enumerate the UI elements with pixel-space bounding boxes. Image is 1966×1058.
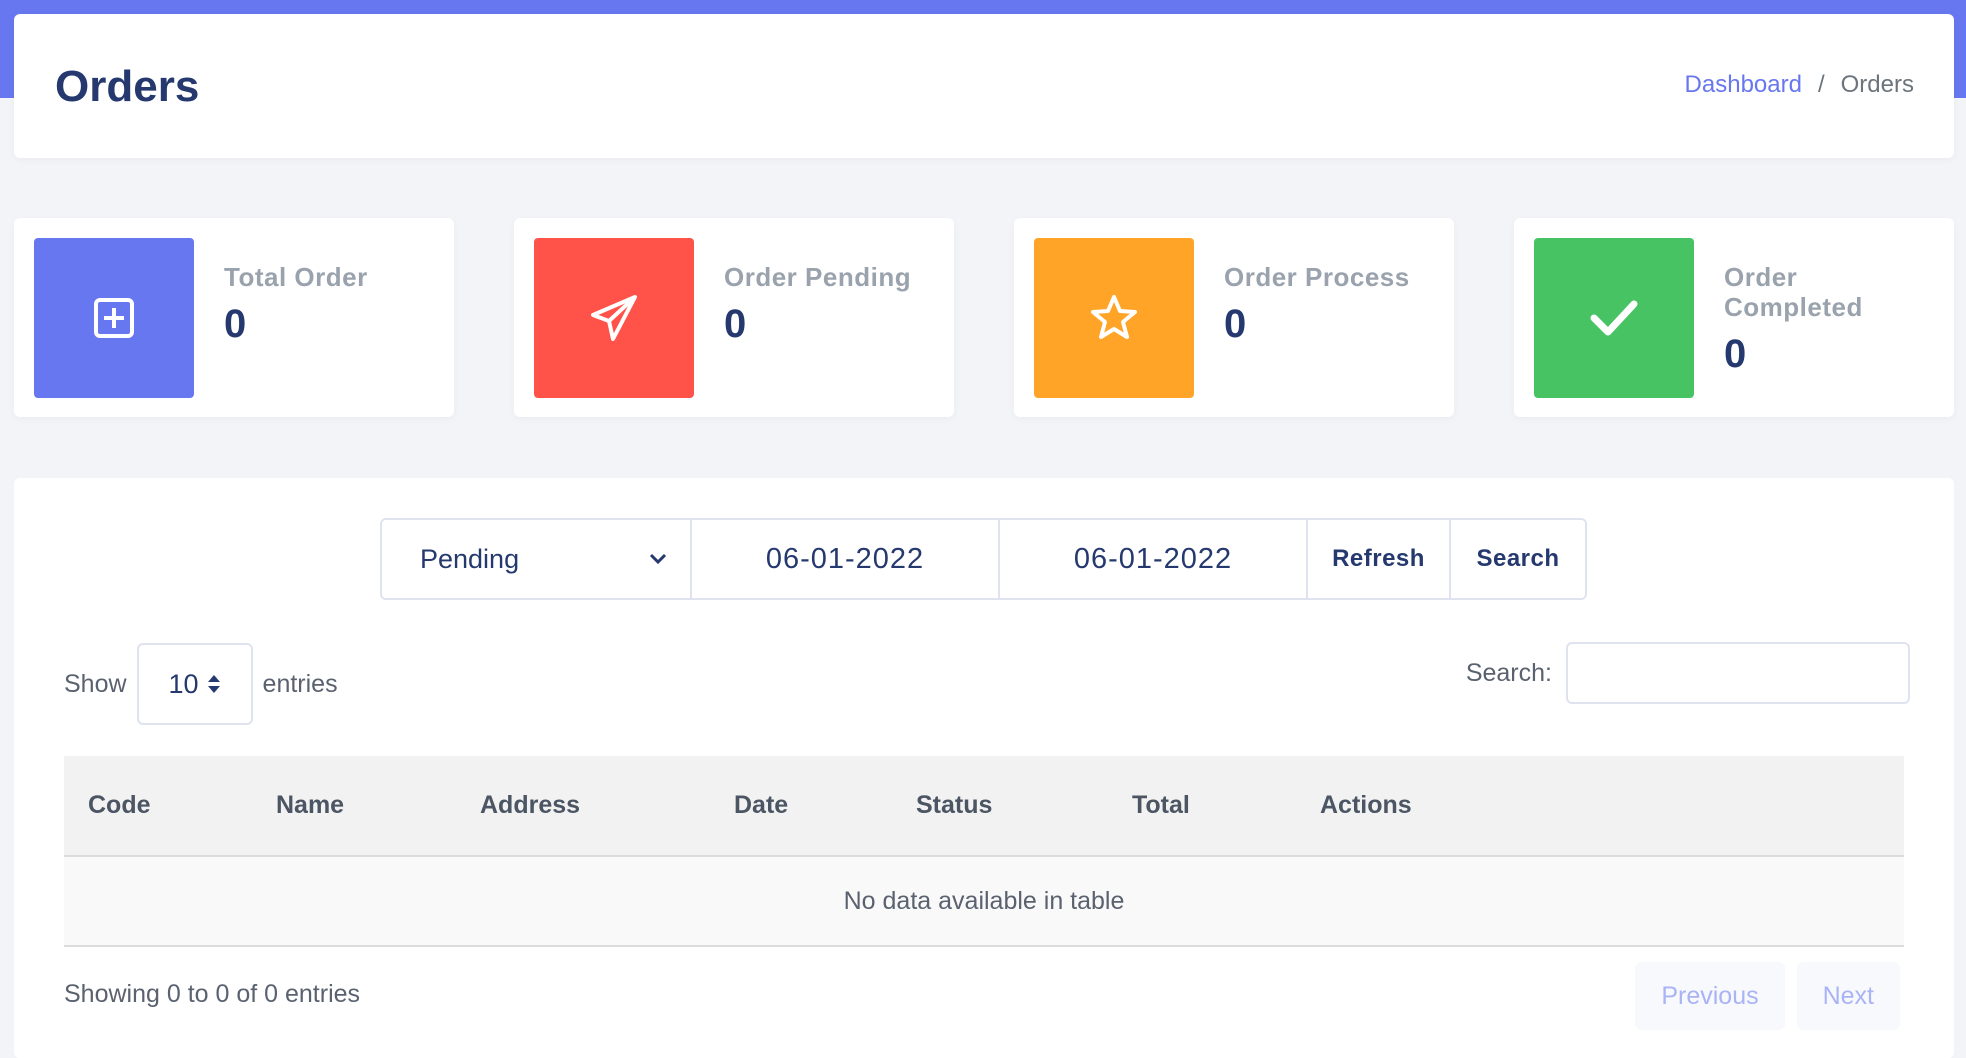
stat-text-order-completed: Order Completed 0 <box>1724 262 1934 377</box>
star-icon <box>1091 295 1137 339</box>
column-header-actions[interactable]: Actions <box>1296 756 1904 857</box>
stat-value: 0 <box>224 302 247 346</box>
table-header-row: Code Name Address Date Status Total Acti… <box>64 756 1904 857</box>
column-header-status[interactable]: Status <box>892 756 1108 857</box>
breadcrumb-current: Orders <box>1840 71 1914 98</box>
table-search-input[interactable] <box>1566 642 1910 704</box>
table-search: Search: <box>1466 642 1910 704</box>
column-header-date[interactable]: Date <box>710 756 892 857</box>
stat-icon-box-order-process <box>1034 238 1194 398</box>
page-header: Orders Dashboard / Orders <box>14 14 1954 158</box>
table-row: No data available in table <box>64 856 1904 947</box>
stat-value: 0 <box>1724 332 1747 376</box>
breadcrumb: Dashboard / Orders <box>1685 71 1914 99</box>
entries-select[interactable]: 10 <box>136 643 253 725</box>
stats-row: Total Order 0 Order Pending 0 Order Proc… <box>14 218 1954 418</box>
next-page-button[interactable]: Next <box>1796 962 1900 1030</box>
date-from-input[interactable]: 06-01-2022 <box>692 520 1000 598</box>
stat-text-total-order: Total Order 0 <box>224 262 434 347</box>
stat-card-total-order: Total Order 0 <box>14 218 454 417</box>
previous-page-button[interactable]: Previous <box>1635 962 1785 1030</box>
orders-table-wrap: Code Name Address Date Status Total Acti… <box>64 756 1904 947</box>
sort-arrows-icon <box>207 675 220 693</box>
date-to-input[interactable]: 06-01-2022 <box>1000 520 1308 598</box>
pagination: Previous Next <box>1635 962 1900 1030</box>
table-search-label: Search: <box>1465 658 1552 687</box>
check-icon <box>1590 300 1638 336</box>
page-title: Orders <box>55 62 200 111</box>
stat-text-order-pending: Order Pending 0 <box>724 262 934 347</box>
stat-card-order-process: Order Process 0 <box>1014 218 1454 417</box>
stat-label: Order Process <box>1224 262 1410 292</box>
status-select-value: Pending <box>420 543 520 574</box>
show-label: Show <box>64 669 127 698</box>
paper-plane-icon <box>591 295 637 341</box>
stat-icon-box-order-pending <box>534 238 694 398</box>
stat-label: Total Order <box>224 262 368 292</box>
status-select[interactable]: Pending <box>382 520 692 598</box>
refresh-button[interactable]: Refresh <box>1308 520 1451 598</box>
empty-table-message: No data available in table <box>64 856 1904 947</box>
entries-label: entries <box>262 669 338 698</box>
plus-square-icon <box>94 298 134 338</box>
breadcrumb-separator: / <box>1817 71 1825 98</box>
stat-card-order-completed: Order Completed 0 <box>1514 218 1954 417</box>
orders-card: Pending 06-01-2022 06-01-2022 Refresh Se… <box>14 478 1954 1058</box>
stat-label: Order Completed <box>1724 262 1863 322</box>
stat-label: Order Pending <box>724 262 912 292</box>
search-button[interactable]: Search <box>1451 520 1585 598</box>
chevron-down-icon <box>649 553 667 565</box>
entries-select-value: 10 <box>168 668 199 699</box>
column-header-address[interactable]: Address <box>456 756 710 857</box>
column-header-total[interactable]: Total <box>1108 756 1296 857</box>
column-header-code[interactable]: Code <box>64 756 252 857</box>
stat-card-order-pending: Order Pending 0 <box>514 218 954 417</box>
filter-bar: Pending 06-01-2022 06-01-2022 Refresh Se… <box>380 518 1587 600</box>
stat-value: 0 <box>724 302 747 346</box>
stat-icon-box-order-completed <box>1534 238 1694 398</box>
stat-icon-box-total-order <box>34 238 194 398</box>
entries-length-control: Show 10 entries <box>64 643 338 725</box>
orders-table: Code Name Address Date Status Total Acti… <box>64 756 1904 947</box>
breadcrumb-dashboard-link[interactable]: Dashboard <box>1685 71 1802 99</box>
stat-value: 0 <box>1224 302 1247 346</box>
column-header-name[interactable]: Name <box>252 756 456 857</box>
table-info: Showing 0 to 0 of 0 entries <box>64 980 361 1008</box>
stat-text-order-process: Order Process 0 <box>1224 262 1434 347</box>
